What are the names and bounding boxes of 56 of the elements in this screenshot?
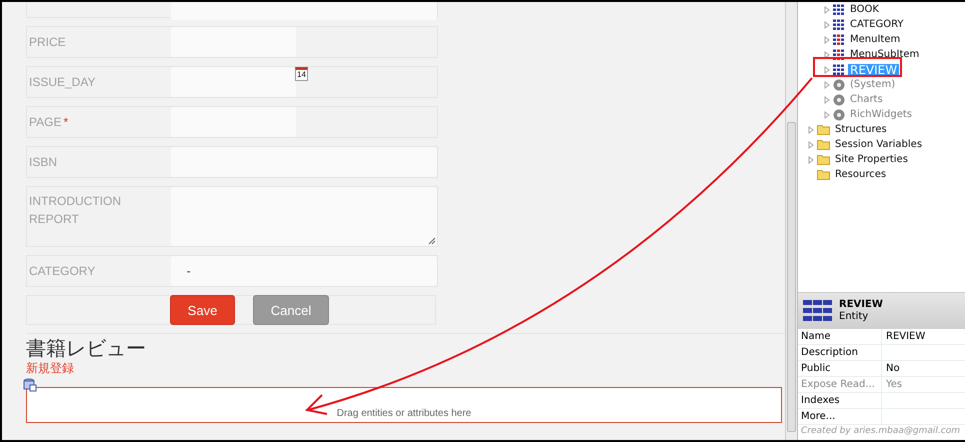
property-name: Public [798,361,882,376]
section-subtitle: 新規登録 [26,360,75,376]
field-label: ISSUE_DAY [29,75,96,89]
tree-item[interactable]: Session Variables [833,138,924,150]
tree-item[interactable]: RichWidgets [848,108,914,120]
entity-name: REVIEW [839,299,883,311]
field-label: INTRODUCTION REPORT [29,194,121,226]
table-icon [803,300,833,322]
property-name: Description [798,345,882,360]
field-label: PAGE [29,115,62,129]
calendar-icon[interactable]: 14 [295,67,308,81]
tree-item[interactable]: Site Properties [833,154,910,166]
tree-item[interactable]: BOOK [848,4,881,16]
database-icon [23,378,37,392]
drop-hint: Drag entities or attributes here [336,408,472,419]
author-credit: Created by aries.mbaa@gmail.com [800,426,961,437]
tree-item[interactable]: (System) [848,78,898,90]
property-name: Expose Read... [798,377,882,392]
property-value[interactable]: No [882,361,900,376]
resize-grip-icon[interactable] [428,237,436,245]
field-label: CATEGORY [29,264,96,278]
property-name: Name [798,329,882,344]
save-button[interactable]: Save [170,295,235,325]
folder-icon [817,124,830,135]
tree-item[interactable]: MenuItem [848,34,902,46]
folder-icon [817,169,830,180]
tree-item[interactable]: CATEGORY [848,18,906,30]
text-field[interactable] [171,67,296,97]
tree-item[interactable]: Structures [833,124,889,136]
field-label: ISBN [29,155,58,169]
folder-icon [817,154,830,165]
disc-icon [833,108,845,120]
table-icon [833,4,845,15]
table-icon [833,64,845,75]
table-icon [833,49,845,60]
dropdown-field[interactable]: - [170,256,437,286]
disc-icon [833,78,845,90]
required-marker: * [63,115,68,129]
expand-arrow-icon[interactable] [808,156,814,164]
tree-item[interactable]: Resources [833,168,888,180]
table-icon [833,34,845,45]
expand-arrow-icon[interactable] [808,140,814,148]
table-icon [833,19,845,30]
property-name: More... [798,409,882,424]
disc-icon [833,94,845,106]
scrollbar-thumb[interactable] [787,122,796,432]
property-value[interactable]: REVIEW [882,329,926,344]
entity-type: Entity [839,311,870,323]
folder-icon [817,139,830,150]
tree-item[interactable]: MenuSubItem [848,48,922,60]
property-name: Indexes [798,393,882,408]
tree-item[interactable]: Charts [848,94,885,106]
drop-zone[interactable]: Drag entities or attributes here [26,387,782,423]
field-label: PRICE [29,35,66,49]
expand-arrow-icon[interactable] [808,126,814,134]
section-title: 書籍レビュー [26,336,147,360]
